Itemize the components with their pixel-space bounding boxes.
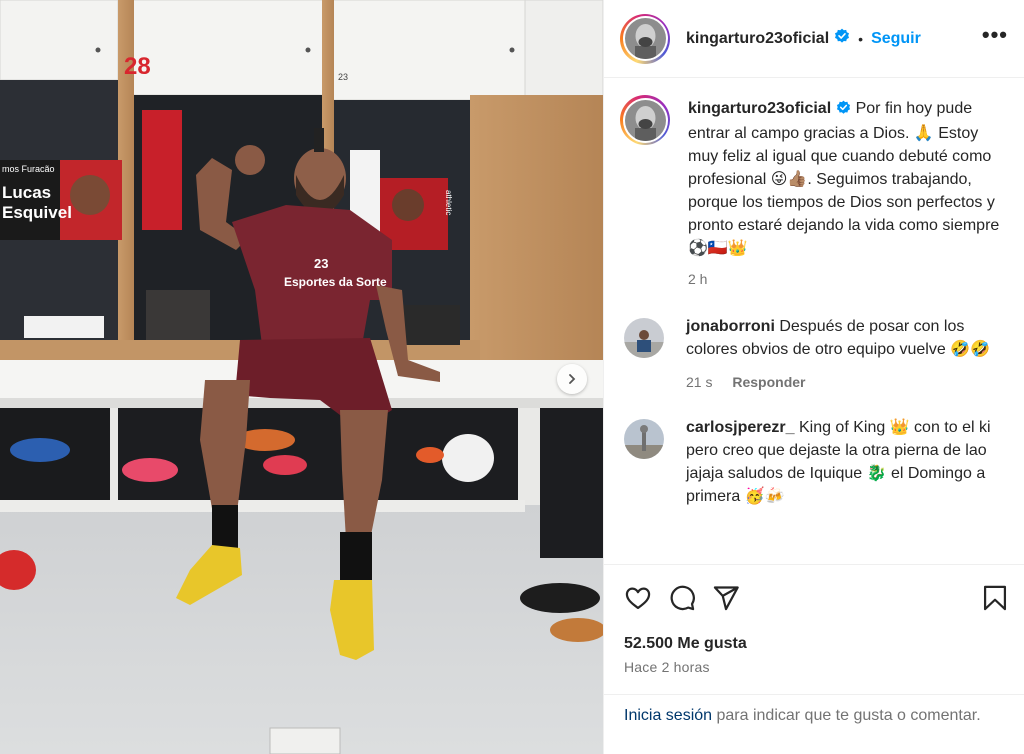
banner-name-first: Lucas	[2, 183, 51, 202]
caption-avatar[interactable]	[620, 95, 670, 145]
header-username[interactable]: kingarturo23oficial	[686, 30, 829, 48]
post-actions: 52.500 Me gusta Hace 2 horas	[604, 564, 1024, 675]
comment-item: carlosjperezr_ King of King 👑 con to el …	[620, 416, 1008, 508]
heart-icon	[625, 587, 651, 610]
login-prompt: Inicia sesión para indicar que te gusta …	[604, 694, 1024, 727]
reply-button[interactable]: Responder	[732, 374, 805, 390]
post-photo[interactable]: 28 23 mos Furacão Lucas Esquivel athleti…	[0, 0, 603, 754]
more-options-button[interactable]: •••	[982, 23, 1008, 54]
commenter-avatar[interactable]	[624, 318, 664, 358]
comment-username[interactable]: carlosjperezr_	[686, 419, 795, 436]
comments-list[interactable]: kingarturo23oficial Por fin hoy pude ent…	[604, 79, 1024, 564]
post-side-panel: kingarturo23oficial • Seguir ••• kingart…	[603, 0, 1024, 754]
send-icon	[713, 586, 739, 611]
commenter-avatar[interactable]	[624, 419, 664, 459]
verified-badge-icon	[836, 99, 851, 122]
comment-icon	[670, 585, 695, 611]
chevron-right-icon	[569, 374, 576, 384]
profile-photo-icon	[624, 18, 666, 59]
post-header: kingarturo23oficial • Seguir •••	[604, 0, 1024, 78]
post-timestamp: Hace 2 horas	[624, 659, 710, 675]
banner-name-last: Esquivel	[2, 203, 72, 222]
profile-photo-icon	[624, 419, 664, 459]
login-prompt-text: para indicar que te gusta o comentar.	[712, 707, 981, 724]
jersey-sponsor: Esportes da Sorte	[284, 275, 387, 289]
header-separator: •	[858, 30, 864, 47]
verified-badge-icon	[834, 28, 850, 49]
carousel-next-button[interactable]	[557, 364, 587, 394]
likes-count[interactable]: 52.500 Me gusta	[624, 635, 1008, 653]
caption: kingarturo23oficial Por fin hoy pude ent…	[620, 95, 1008, 291]
save-button[interactable]	[982, 584, 1008, 612]
bookmark-icon	[983, 585, 1007, 611]
comment-button[interactable]	[668, 584, 696, 612]
caption-username[interactable]: kingarturo23oficial	[688, 100, 831, 117]
follow-button[interactable]: Seguir	[871, 30, 921, 48]
profile-photo-icon	[624, 99, 666, 141]
jersey-number: 23	[314, 256, 328, 271]
locker-room-photo: 28 23 mos Furacão Lucas Esquivel athleti…	[0, 0, 603, 754]
banner-right-text: athletic	[444, 190, 453, 215]
locker-number-23: 23	[338, 72, 348, 82]
caption-time: 2 h	[688, 271, 708, 287]
comment-item: jonaborroni Después de posar con los col…	[620, 315, 1008, 394]
avatar[interactable]	[620, 13, 670, 64]
locker-number-28: 28	[124, 53, 151, 80]
login-link[interactable]: Inicia sesión	[624, 707, 712, 724]
share-button[interactable]	[712, 584, 740, 612]
comment-time: 21 s	[686, 374, 713, 390]
comment-username[interactable]: jonaborroni	[686, 318, 775, 335]
like-button[interactable]	[624, 584, 652, 612]
banner-line: mos Furacão	[2, 164, 55, 174]
profile-photo-icon	[624, 318, 664, 358]
caption-text: Por fin hoy pude entrar al campo gracias…	[688, 100, 1000, 257]
